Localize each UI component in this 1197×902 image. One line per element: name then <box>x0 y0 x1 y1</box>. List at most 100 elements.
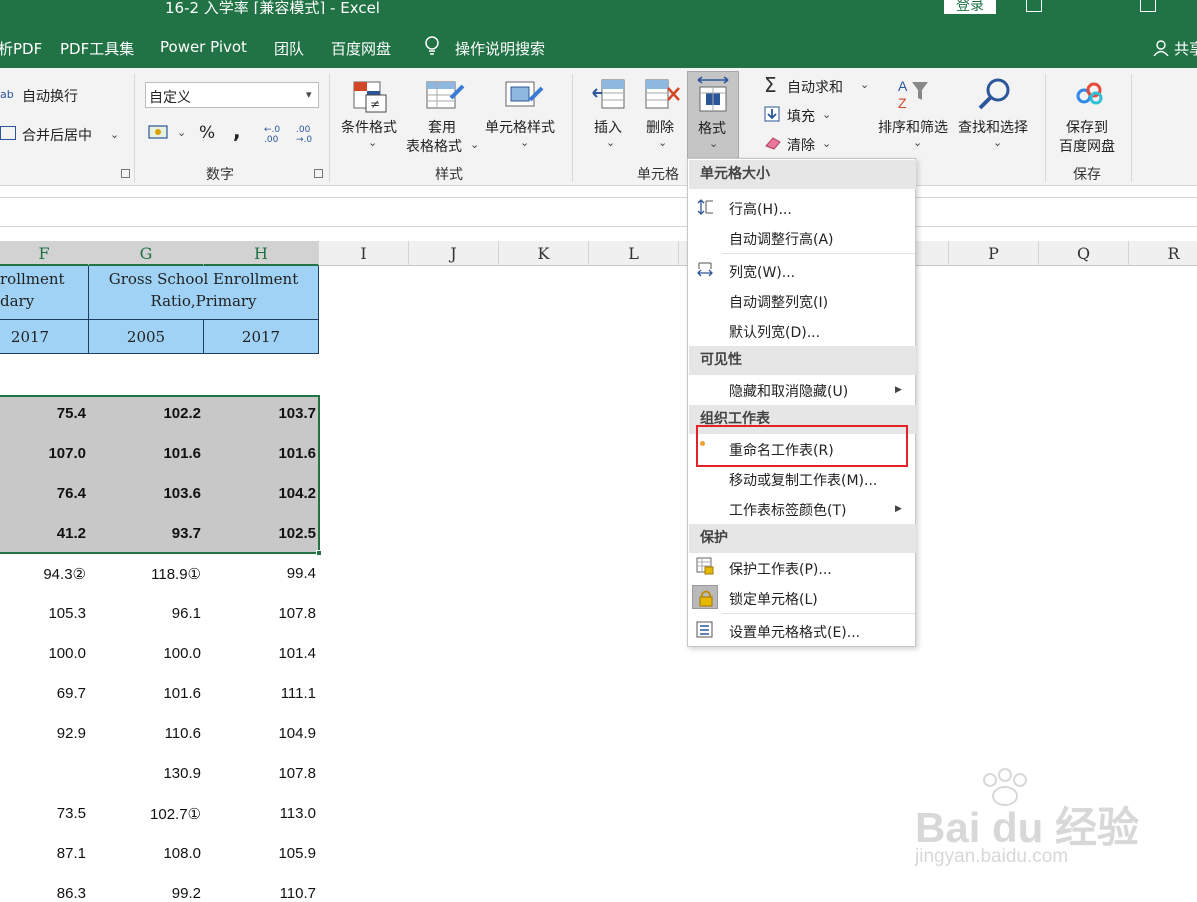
comma-button[interactable]: , <box>233 119 241 143</box>
chevron-down-icon[interactable]: ⌄ <box>470 138 479 151</box>
table-cell[interactable]: 76.4 <box>0 485 86 502</box>
table-cell[interactable]: 105.3 <box>0 605 86 622</box>
format-button[interactable]: 格式 ⌄ <box>687 71 739 159</box>
restore-icon[interactable] <box>1140 0 1156 12</box>
table-cell[interactable]: 99.4 <box>216 565 316 582</box>
formula-bar[interactable] <box>0 197 1197 227</box>
column-header-g[interactable]: G <box>89 241 204 266</box>
chevron-down-icon[interactable]: ⌄ <box>822 137 831 150</box>
table-cell[interactable]: 105.9 <box>216 845 316 862</box>
menu-item-lock-cell[interactable]: 锁定单元格(L) <box>729 589 818 609</box>
tab-baidu-pan[interactable]: 百度网盘 <box>331 38 391 59</box>
table-cell[interactable]: 110.7 <box>216 885 316 902</box>
alignment-launcher-icon[interactable] <box>121 169 130 178</box>
autosum-button[interactable]: 自动求和 <box>787 77 843 97</box>
table-cell[interactable]: 41.2 <box>0 525 86 542</box>
menu-item-move-copy-sheet[interactable]: 移动或复制工作表(M)... <box>729 470 877 490</box>
percent-button[interactable]: % <box>199 123 215 143</box>
menu-item-tab-color[interactable]: 工作表标签颜色(T) <box>729 500 846 520</box>
table-cell[interactable]: 93.7 <box>101 525 201 542</box>
chevron-down-icon[interactable]: ⌄ <box>110 128 119 141</box>
conditional-format-button[interactable]: 条件格式 <box>341 117 397 137</box>
table-cell[interactable]: 101.6 <box>101 445 201 462</box>
save-to-baidu-button[interactable]: 百度网盘 <box>1059 136 1115 156</box>
table-cell[interactable]: 107.8 <box>216 765 316 782</box>
table-cell[interactable]: 118.9① <box>101 565 201 583</box>
tab-power-pivot[interactable]: Power Pivot <box>160 38 247 56</box>
column-header-h[interactable]: H <box>204 241 319 266</box>
number-format-select[interactable]: 自定义 ▾ <box>145 82 319 108</box>
column-header-j[interactable]: J <box>409 241 499 266</box>
number-launcher-icon[interactable] <box>314 169 323 178</box>
table-cell[interactable]: 73.5 <box>0 805 86 822</box>
table-cell[interactable]: 100.0 <box>0 645 86 662</box>
tab-pdf[interactable]: 析PDF <box>0 38 42 59</box>
wrap-text-button[interactable]: 自动换行 <box>22 86 78 106</box>
menu-item-autofit-row[interactable]: 自动调整行高(A) <box>729 229 834 249</box>
increase-decimal-button[interactable]: ←.0 .00 <box>264 125 288 145</box>
table-cell[interactable]: 100.0 <box>101 645 201 662</box>
chevron-down-icon[interactable]: ⌄ <box>860 78 869 91</box>
tell-me-search[interactable]: 操作说明搜索 <box>455 38 545 59</box>
table-cell[interactable]: 94.3② <box>0 565 86 583</box>
column-header-q[interactable]: Q <box>1039 241 1129 266</box>
table-cell[interactable]: 96.1 <box>101 605 201 622</box>
table-cell[interactable]: 101.6 <box>101 685 201 702</box>
table-cell[interactable]: 108.0 <box>101 845 201 862</box>
chevron-down-icon[interactable]: ⌄ <box>177 126 186 139</box>
chevron-down-icon[interactable]: ⌄ <box>913 136 922 149</box>
chevron-down-icon[interactable]: ▾ <box>306 88 312 101</box>
find-select-button[interactable]: 查找和选择 <box>958 117 1028 137</box>
menu-item-autofit-column[interactable]: 自动调整列宽(I) <box>729 292 828 312</box>
table-cell[interactable]: 101.6 <box>216 445 316 462</box>
table-cell[interactable]: 104.2 <box>216 485 316 502</box>
table-cell[interactable]: 110.6 <box>101 725 201 742</box>
menu-item-default-width[interactable]: 默认列宽(D)... <box>729 322 820 342</box>
chevron-down-icon[interactable]: ⌄ <box>520 136 529 149</box>
table-cell[interactable]: 99.2 <box>101 885 201 902</box>
fill-button[interactable]: 填充 <box>787 106 815 126</box>
delete-button[interactable]: 删除 <box>646 117 674 137</box>
column-header-i[interactable]: I <box>319 241 409 266</box>
table-cell[interactable]: 92.9 <box>0 725 86 742</box>
ribbon-display-icon[interactable] <box>1026 0 1042 12</box>
insert-button[interactable]: 插入 <box>594 117 622 137</box>
chevron-down-icon[interactable]: ⌄ <box>993 136 1002 149</box>
menu-item-format-cells[interactable]: 设置单元格格式(E)... <box>729 622 860 642</box>
format-table-line1[interactable]: 套用 <box>428 117 456 137</box>
cell-styles-button[interactable]: 单元格样式 <box>485 117 555 137</box>
menu-item-hide-unhide[interactable]: 隐藏和取消隐藏(U) <box>729 381 848 401</box>
tab-team[interactable]: 团队 <box>274 38 304 59</box>
column-header-l[interactable]: L <box>589 241 679 266</box>
table-cell[interactable]: 103.7 <box>216 405 316 422</box>
chevron-down-icon[interactable]: ⌄ <box>822 108 831 121</box>
table-cell[interactable]: 87.1 <box>0 845 86 862</box>
table-cell[interactable]: 102.5 <box>216 525 316 542</box>
table-cell[interactable]: 111.1 <box>216 685 316 702</box>
format-table-button[interactable]: 表格格式 <box>406 136 462 156</box>
table-cell[interactable]: 107.8 <box>216 605 316 622</box>
table-cell[interactable]: 86.3 <box>0 885 86 902</box>
tab-pdf-tools[interactable]: PDF工具集 <box>60 38 134 59</box>
table-cell[interactable]: 101.4 <box>216 645 316 662</box>
save-to-line1[interactable]: 保存到 <box>1066 117 1108 137</box>
column-header-f[interactable]: F <box>0 241 89 266</box>
table-cell[interactable]: 69.7 <box>0 685 86 702</box>
clear-button[interactable]: 清除 <box>787 135 815 155</box>
chevron-down-icon[interactable]: ⌄ <box>606 136 615 149</box>
column-header-r[interactable]: R <box>1129 241 1197 266</box>
table-cell[interactable]: 104.9 <box>216 725 316 742</box>
share-button[interactable]: 共享 <box>1174 38 1197 59</box>
menu-item-protect-sheet[interactable]: 保护工作表(P)... <box>729 559 832 579</box>
table-cell[interactable]: 130.9 <box>101 765 201 782</box>
chevron-down-icon[interactable]: ⌄ <box>658 136 667 149</box>
column-header-k[interactable]: K <box>499 241 589 266</box>
menu-item-column-width[interactable]: 列宽(W)... <box>729 262 795 282</box>
table-cell[interactable]: 102.7① <box>101 805 201 823</box>
table-cell[interactable]: 102.2 <box>101 405 201 422</box>
chevron-down-icon[interactable]: ⌄ <box>368 136 377 149</box>
table-cell[interactable]: 113.0 <box>216 805 316 822</box>
column-header-p[interactable]: P <box>949 241 1039 266</box>
table-cell[interactable]: 75.4 <box>0 405 86 422</box>
merge-center-button[interactable]: 合并后居中 <box>22 125 92 145</box>
